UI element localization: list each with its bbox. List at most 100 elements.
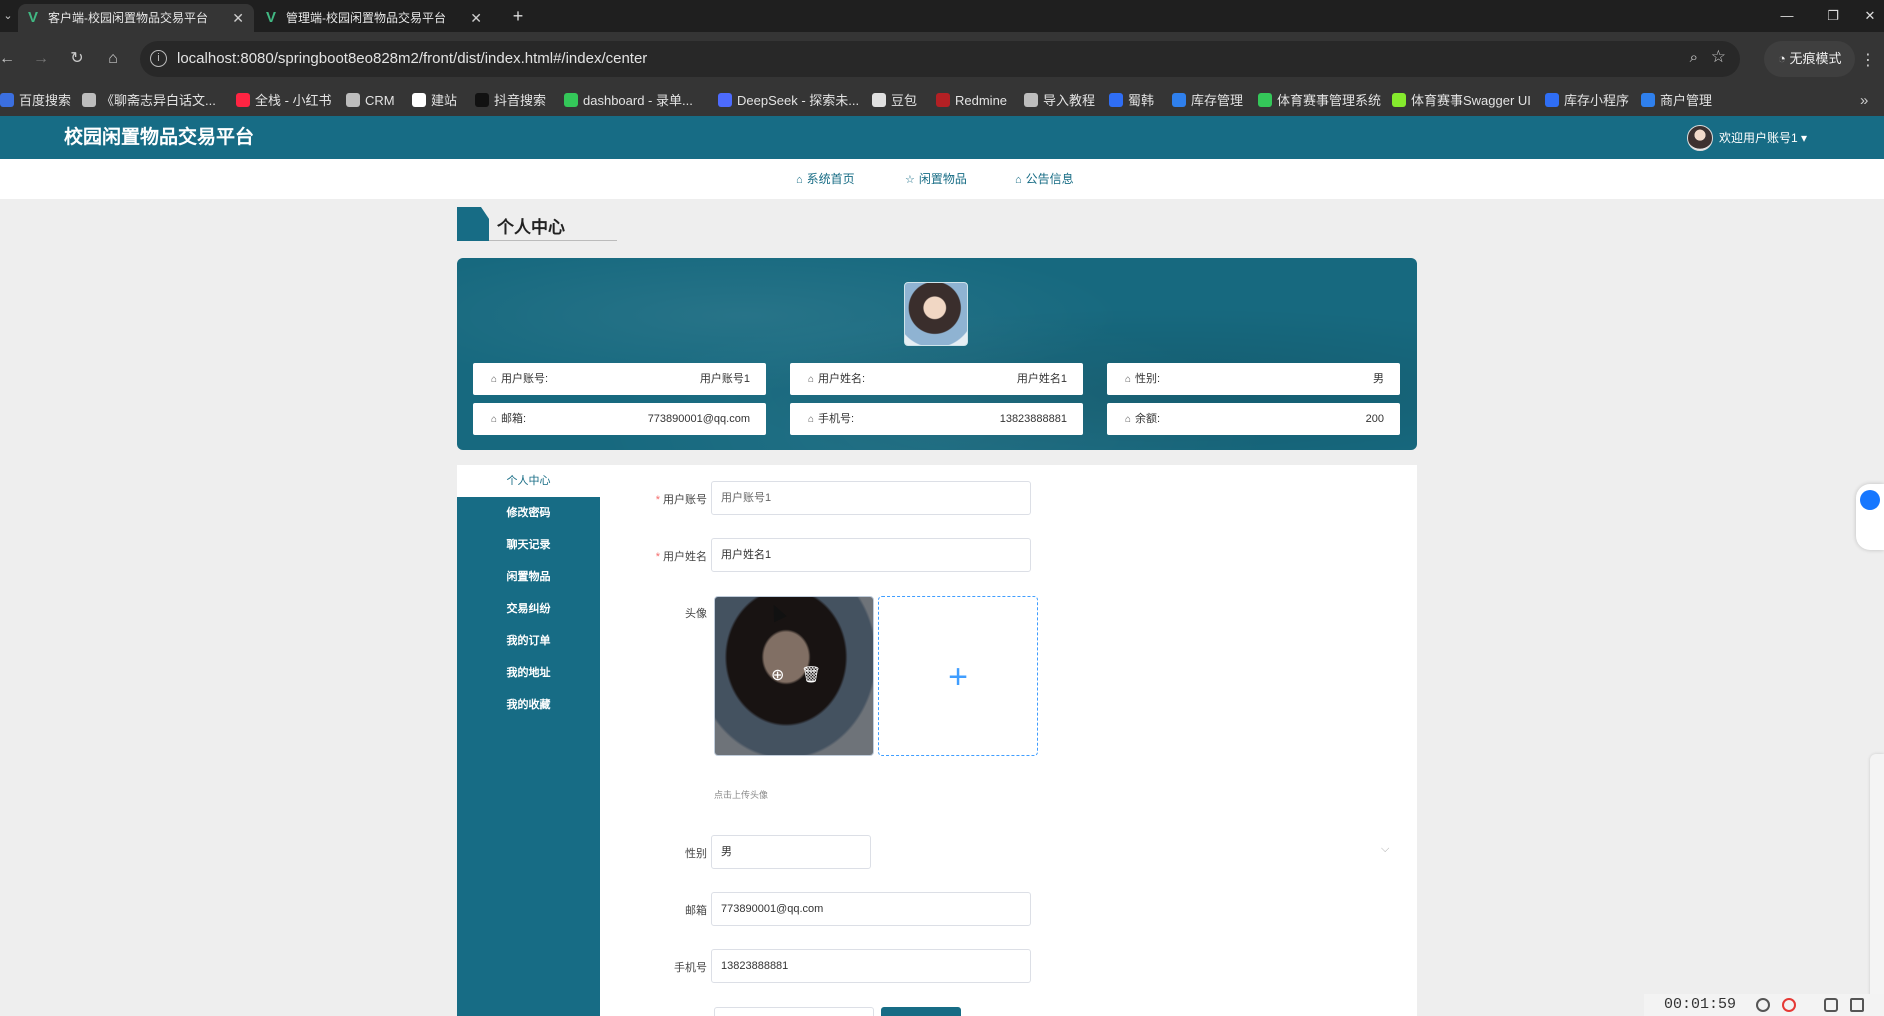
bookmark-item[interactable]: 商户管理 — [1641, 86, 1712, 116]
bookmark-item[interactable]: DeepSeek - 探索未... — [718, 86, 859, 116]
tab-search-dropdown-icon[interactable]: ⌄ — [0, 6, 16, 26]
email-field[interactable]: 773890001@qq.com — [711, 892, 1031, 926]
info-value: 200 — [1365, 413, 1384, 425]
sidebar-item-orders[interactable]: 我的订单 — [457, 625, 600, 657]
vue-logo-icon: V — [28, 9, 39, 26]
info-email: ⌂ 邮箱: 773890001@qq.com — [473, 403, 766, 435]
nav-idle-items[interactable]: ☆ 闲置物品 — [905, 159, 967, 200]
minimize-icon[interactable]: — — [1764, 0, 1810, 32]
phone-label: 手机号 — [674, 962, 707, 974]
upload-tip: 点击上传头像 — [714, 790, 769, 800]
bookmark-favicon-icon — [1024, 93, 1038, 107]
user-menu[interactable]: 欢迎用户账号1 ▾ — [1687, 125, 1807, 151]
bookmark-favicon-icon — [1109, 93, 1123, 107]
stop-icon[interactable] — [1782, 998, 1796, 1012]
bookmark-item[interactable]: 蜀韩 — [1109, 86, 1154, 116]
avatar-label: 头像 — [685, 608, 707, 620]
info-account: ⌂ 用户账号: 用户账号1 — [473, 363, 766, 395]
sidebar-item-profile[interactable]: 个人中心 — [457, 465, 600, 497]
new-tab-icon[interactable]: + — [504, 4, 532, 28]
bookmark-item[interactable]: 体育赛事管理系统 — [1258, 86, 1381, 116]
bookmark-item[interactable]: 体育赛事Swagger UI — [1392, 86, 1531, 116]
bookmark-item[interactable]: CRM — [346, 86, 395, 116]
phone-field[interactable]: 13823888881 — [711, 949, 1031, 983]
bookmark-label: Redmine — [955, 93, 1008, 108]
nav-label: 系统首页 — [806, 172, 855, 186]
bookmark-item[interactable]: 豆包 — [872, 86, 917, 116]
browser-menu-icon[interactable]: ⋮ — [1860, 50, 1876, 70]
browser-tab-admin[interactable]: V 管理端-校园闲置物品交易平台 ✕ — [256, 4, 492, 32]
sidebar-item-disputes[interactable]: 交易纠纷 — [457, 593, 600, 625]
zoom-in-icon[interactable]: ⊕ — [771, 665, 784, 685]
url-bar[interactable]: i localhost:8080/springboot8eo828m2/fron… — [140, 41, 1740, 77]
tab-close-icon[interactable]: ✕ — [470, 4, 482, 32]
bookmark-label: 建站 — [431, 93, 458, 108]
home-icon: ⌂ — [808, 414, 815, 425]
bookmark-favicon-icon — [0, 93, 14, 107]
home-button-icon[interactable]: ⌂ — [100, 46, 126, 72]
pen-icon[interactable] — [1850, 998, 1864, 1012]
browser-tab-client[interactable]: V 客户端-校园闲置物品交易平台 ✕ — [18, 4, 254, 32]
nav-home[interactable]: ⌂ 系统首页 — [796, 159, 855, 200]
camera-icon[interactable] — [1824, 998, 1838, 1012]
star-icon: ☆ — [905, 174, 915, 186]
home-icon: ⌂ — [491, 374, 498, 385]
bookmark-item[interactable]: 全栈 - 小红书 — [236, 86, 332, 116]
avatar-preview[interactable]: ⊕ 🗑 — [714, 596, 874, 756]
bookmark-favicon-icon — [872, 93, 886, 107]
gender-select[interactable]: 男 — [711, 835, 871, 869]
side-toolbar[interactable] — [1870, 754, 1884, 1004]
sidebar: 个人中心 修改密码 聊天记录 闲置物品 交易纠纷 我的订单 我的地址 我的收藏 — [457, 465, 600, 1016]
close-window-icon[interactable]: ✕ — [1856, 0, 1884, 32]
info-balance: ⌂ 余额: 200 — [1107, 403, 1400, 435]
name-field[interactable]: 用户姓名1 — [711, 538, 1031, 572]
bookmark-item[interactable]: 库存管理 — [1172, 86, 1243, 116]
account-field[interactable]: 用户账号1 — [711, 481, 1031, 515]
sidebar-item-chat-history[interactable]: 聊天记录 — [457, 529, 600, 561]
info-label: 用户姓名: — [818, 373, 866, 385]
incognito-badge[interactable]: ◔ 无痕模式 — [1764, 41, 1856, 77]
reload-icon[interactable]: ↻ — [64, 46, 90, 72]
nav-announcements[interactable]: ⌂ 公告信息 — [1015, 159, 1074, 200]
pause-icon[interactable] — [1756, 998, 1770, 1012]
bookmark-star-icon[interactable]: ☆ — [1711, 47, 1726, 67]
preview-overlay — [715, 597, 873, 755]
restore-icon[interactable]: ❐ — [1810, 0, 1856, 32]
bookmark-label: 商户管理 — [1660, 93, 1713, 108]
center-panel: 个人中心 修改密码 聊天记录 闲置物品 交易纠纷 我的订单 我的地址 我的收藏 … — [457, 465, 1417, 1016]
required-marker: * — [655, 494, 660, 506]
bookmark-item[interactable]: 抖音搜索 — [475, 86, 546, 116]
info-value: 773890001@qq.com — [647, 413, 750, 425]
avatar-upload-button[interactable]: + — [878, 596, 1038, 756]
browser-tab-bar: ⌄ V 客户端-校园闲置物品交易平台 ✕ V 管理端-校园闲置物品交易平台 ✕ … — [0, 0, 1884, 32]
bookmark-item[interactable]: 库存小程序 — [1545, 86, 1629, 116]
url-text[interactable]: localhost:8080/springboot8eo828m2/front/… — [177, 41, 647, 77]
sidebar-item-idle-items[interactable]: 闲置物品 — [457, 561, 600, 593]
bookmark-item[interactable]: dashboard - 录单... — [564, 86, 693, 116]
bookmark-favicon-icon — [1392, 93, 1406, 107]
bookmark-label: 导入教程 — [1043, 93, 1096, 108]
bookmark-label: 全栈 - 小红书 — [255, 93, 332, 108]
zoom-icon[interactable]: ⌕ — [1690, 49, 1698, 66]
bag-icon: ⌂ — [1015, 174, 1022, 186]
sidebar-item-favorites[interactable]: 我的收藏 — [457, 689, 600, 721]
bookmarks-overflow-icon[interactable]: » — [1860, 86, 1868, 116]
bookmark-item[interactable]: 建站 — [412, 86, 457, 116]
bookmark-item[interactable]: 百度搜索 — [0, 86, 71, 116]
forward-icon[interactable]: → — [28, 46, 54, 72]
next-field[interactable] — [714, 1007, 874, 1016]
chevron-down-icon[interactable]: ⌵ — [1381, 843, 1389, 856]
bookmark-item[interactable]: Redmine — [936, 86, 1007, 116]
update-button[interactable] — [881, 1007, 961, 1016]
back-icon[interactable]: ← — [0, 46, 20, 72]
sidebar-item-addresses[interactable]: 我的地址 — [457, 657, 600, 689]
bookmark-label: 《聊斋志异白话文... — [101, 93, 216, 108]
floating-assistant[interactable] — [1856, 484, 1884, 550]
bookmark-item[interactable]: 导入教程 — [1024, 86, 1095, 116]
delete-icon[interactable]: 🗑 — [801, 665, 821, 685]
site-info-icon[interactable]: i — [150, 50, 167, 67]
bookmark-label: 库存小程序 — [1564, 93, 1630, 108]
bookmark-item[interactable]: 《聊斋志异白话文... — [82, 86, 216, 116]
tab-close-icon[interactable]: ✕ — [232, 4, 244, 32]
sidebar-item-change-password[interactable]: 修改密码 — [457, 497, 600, 529]
